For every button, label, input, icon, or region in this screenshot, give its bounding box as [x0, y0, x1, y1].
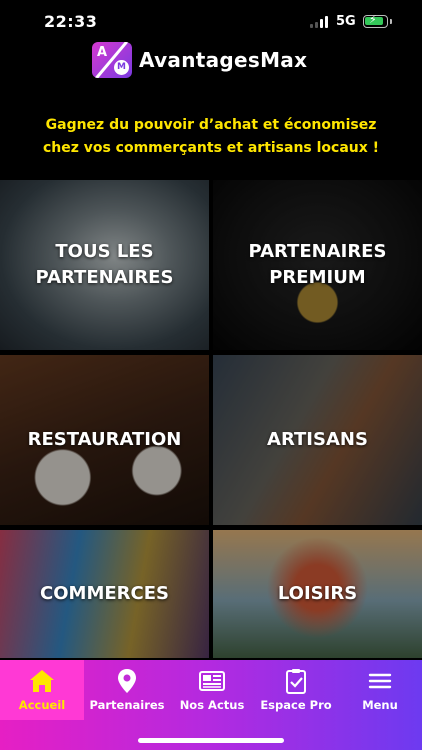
logo-letter-a: A	[97, 45, 108, 60]
category-grid: TOUS LES PARTENAIRES PARTENAIRES PREMIUM…	[0, 180, 422, 658]
network-type: 5G	[336, 14, 356, 29]
tile-artisans[interactable]: ARTISANS	[213, 355, 422, 525]
tile-label: COMMERCES	[40, 583, 169, 604]
tile-label: TOUS LES PARTENAIRES	[35, 241, 174, 288]
tab-label: Espace Pro	[260, 698, 332, 712]
brand-logo: A M	[92, 42, 132, 78]
battery-tip	[390, 19, 392, 24]
tile-label: ARTISANS	[267, 429, 368, 450]
tile-premium-partners[interactable]: PARTENAIRES PREMIUM	[213, 180, 422, 350]
tile-label: RESTAURATION	[27, 429, 182, 450]
tile-label: LOISIRS	[277, 583, 358, 604]
tab-pro-space[interactable]: Espace Pro	[254, 660, 338, 720]
hamburger-icon	[366, 668, 394, 694]
logo-letter-m: M	[114, 60, 129, 75]
tab-label: Nos Actus	[179, 698, 245, 712]
tagline: Gagnez du pouvoir d’achat et économisez …	[42, 117, 380, 156]
tile-all-partners[interactable]: TOUS LES PARTENAIRES	[0, 180, 209, 350]
tab-news[interactable]: Nos Actus	[170, 660, 254, 720]
battery-icon: ⚡	[363, 13, 388, 28]
tab-home[interactable]: Accueil	[0, 660, 84, 720]
tile-shops[interactable]: COMMERCES	[0, 530, 209, 658]
newspaper-icon	[198, 668, 226, 694]
brand-name: AvantagesMax	[139, 48, 308, 72]
status-time: 22:33	[44, 12, 98, 31]
tab-menu[interactable]: Menu	[338, 660, 422, 720]
map-pin-icon	[113, 668, 141, 694]
tile-label: PARTENAIRES PREMIUM	[248, 241, 387, 288]
signal-icon	[310, 16, 330, 28]
brand-header: A M AvantagesMax	[92, 40, 307, 80]
tab-label: Accueil	[18, 698, 66, 712]
tab-label: Menu	[362, 698, 398, 712]
tab-bar: Accueil Partenaires Nos Actus Espace Pro…	[0, 660, 422, 750]
status-bar: 22:33 5G ⚡	[0, 0, 422, 44]
tab-partners[interactable]: Partenaires	[84, 660, 170, 720]
home-indicator[interactable]	[138, 738, 284, 743]
tile-restaurants[interactable]: RESTAURATION	[0, 355, 209, 525]
clipboard-check-icon	[282, 668, 310, 694]
tab-label: Partenaires	[89, 698, 165, 712]
home-icon	[28, 668, 56, 694]
tile-leisure[interactable]: LOISIRS	[213, 530, 422, 658]
